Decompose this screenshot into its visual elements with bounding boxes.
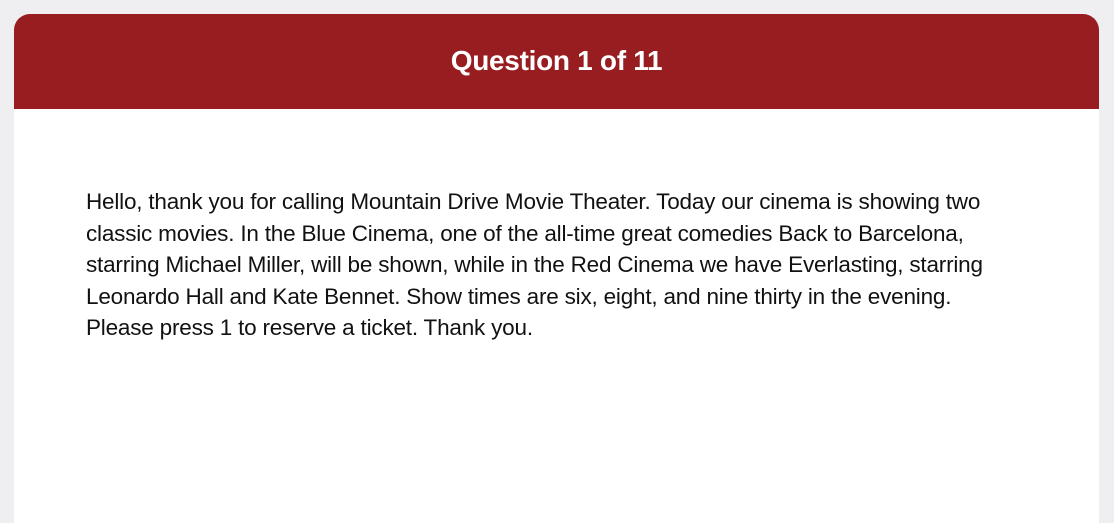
question-body: Hello, thank you for calling Mountain Dr… [14, 109, 1099, 344]
question-header: Question 1 of 11 [14, 14, 1099, 109]
question-counter-title: Question 1 of 11 [450, 44, 663, 76]
question-prompt-text: Hello, thank you for calling Mountain Dr… [86, 189, 983, 340]
question-card: Question 1 of 11 Hello, thank you for ca… [14, 14, 1099, 523]
